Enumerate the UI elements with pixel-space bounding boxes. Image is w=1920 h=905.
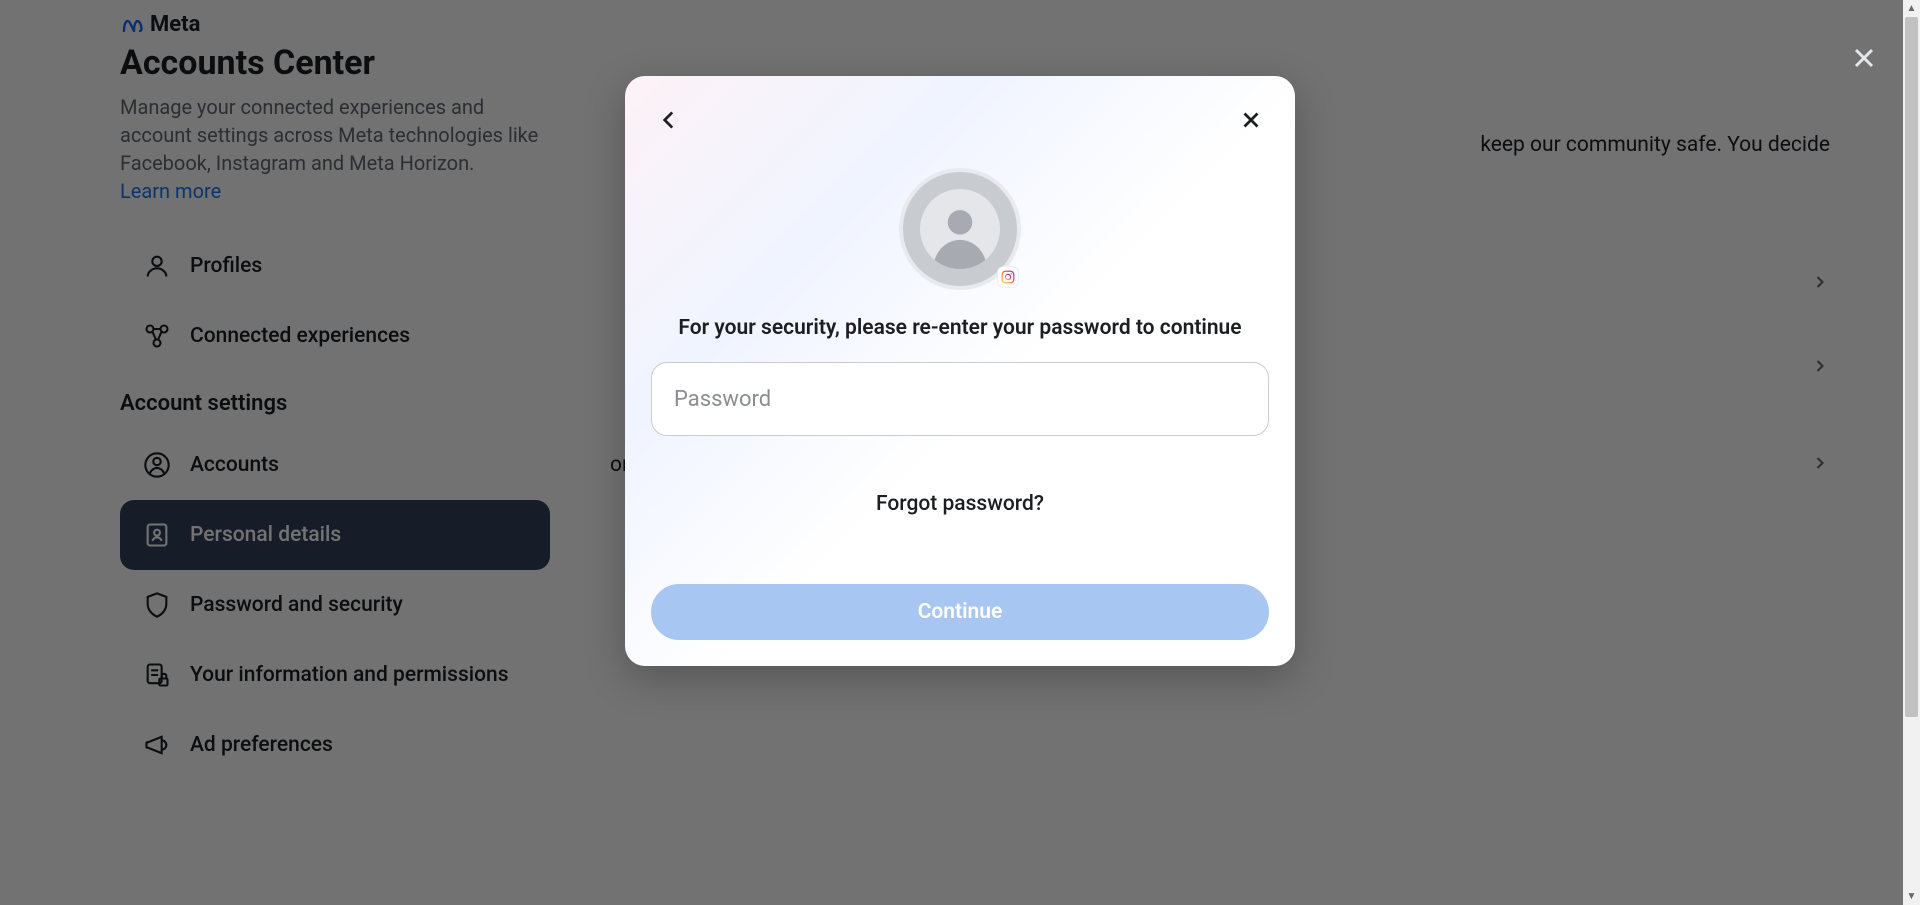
modal-message: For your security, please re-enter your …	[651, 316, 1269, 340]
back-button[interactable]	[651, 102, 687, 138]
avatar	[899, 168, 1021, 290]
continue-button[interactable]: Continue	[651, 584, 1269, 640]
password-input[interactable]	[651, 362, 1269, 436]
scroll-down-arrow-icon[interactable]: ▼	[1903, 888, 1920, 905]
reauth-modal: For your security, please re-enter your …	[625, 76, 1295, 666]
scroll-up-arrow-icon[interactable]: ▲	[1903, 0, 1920, 17]
modal-close-button[interactable]	[1233, 102, 1269, 138]
scrollbar-thumb[interactable]	[1905, 17, 1918, 717]
instagram-badge-icon	[997, 266, 1019, 288]
forgot-password-link[interactable]: Forgot password?	[651, 492, 1269, 516]
close-button[interactable]	[1842, 36, 1886, 80]
vertical-scrollbar[interactable]: ▲ ▼	[1903, 0, 1920, 905]
